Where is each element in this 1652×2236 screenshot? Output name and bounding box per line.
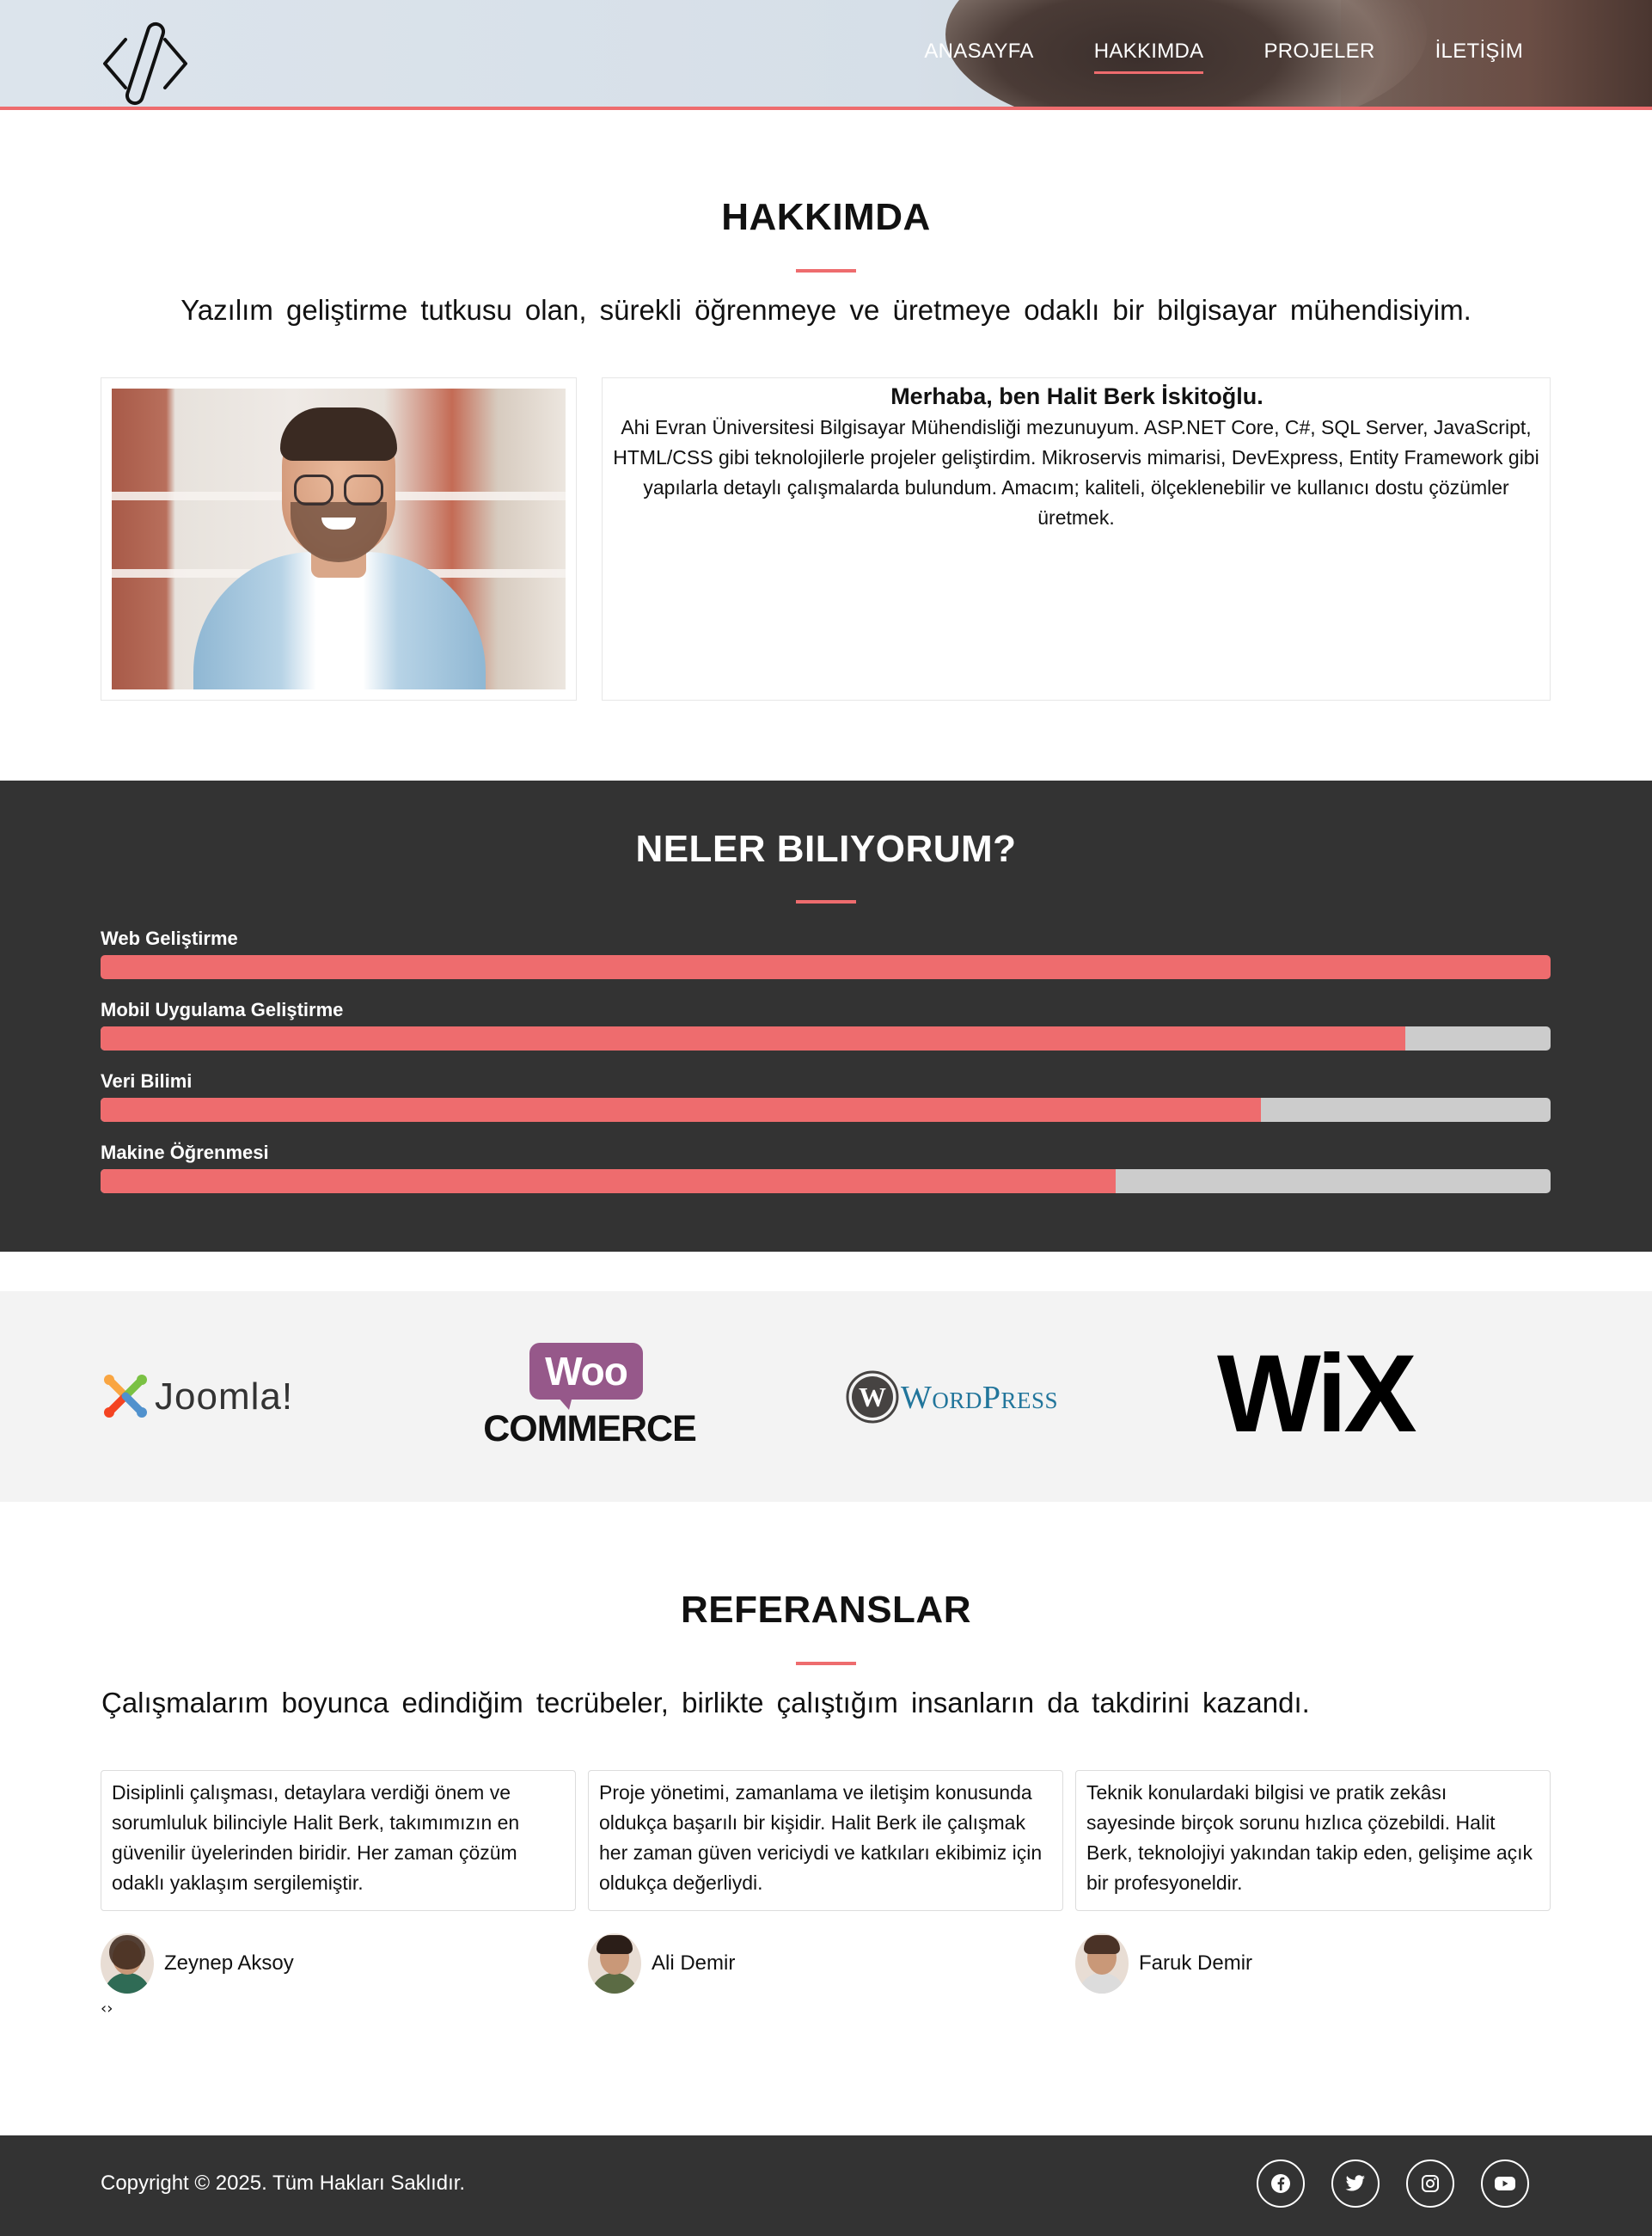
- code-icon[interactable]: [100, 21, 191, 107]
- joomla-icon: [104, 1375, 147, 1418]
- avatar: [101, 1933, 154, 1994]
- skill-bar: [101, 1169, 1551, 1193]
- skill-label: Web Geliştirme: [101, 928, 238, 949]
- about-title: HAKKIMDA: [721, 196, 931, 238]
- youtube-icon[interactable]: [1481, 2159, 1529, 2208]
- reference-person: Ali Demir: [588, 1933, 735, 1994]
- references-lead: Çalışmalarım boyunca edindiğim tecrübele…: [101, 1687, 1310, 1718]
- reference-card: Teknik konulardaki bilgisi ve pratik zek…: [1075, 1770, 1551, 1911]
- instagram-icon[interactable]: [1406, 2159, 1454, 2208]
- woo-text: Woo: [545, 1349, 628, 1394]
- nav-item-projeler[interactable]: PROJELER: [1263, 40, 1374, 74]
- profile-photo-card: [101, 377, 577, 701]
- skill-bar-fill: [101, 1026, 1406, 1051]
- copyright-text: Copyright © 2025. Tüm Hakları Saklıdır.: [101, 2172, 466, 2195]
- page: { "nav": { "items": [ {"label": "ANASAYF…: [0, 0, 1652, 2236]
- joomla-wordmark: Joomla!: [155, 1375, 294, 1418]
- skill-label: Veri Bilimi: [101, 1070, 193, 1092]
- skills-title: NELER BILIYORUM?: [635, 828, 1017, 870]
- bio-text: Ahi Evran Üniversitesi Bilgisayar Mühend…: [613, 416, 1539, 529]
- carousel-nav-icon[interactable]: ‹›: [101, 2000, 113, 2018]
- skill-bar: [101, 955, 1551, 979]
- site-header: ANASAYFA HAKKIMDA PROJELER İLETİŞİM: [0, 0, 1652, 110]
- twitter-icon[interactable]: [1331, 2159, 1380, 2208]
- wix-wordmark: WiX: [1217, 1332, 1417, 1455]
- skill-bar-fill: [101, 955, 1551, 979]
- skill-label: Mobil Uygulama Geliştirme: [101, 999, 344, 1020]
- references-divider: [796, 1662, 856, 1665]
- skills-section: NELER BILIYORUM? Web Geliştirme Mobil Uy…: [0, 781, 1652, 1252]
- commerce-text: COMMERCE: [483, 1408, 697, 1449]
- joomla-logo: Joomla!: [101, 1370, 335, 1422]
- wix-logo: WiX: [1217, 1339, 1451, 1451]
- bio-name: Merhaba, ben Halit Berk İskitoğlu.: [890, 383, 1263, 409]
- skills-divider: [796, 900, 856, 904]
- skill-bar-fill: [101, 1169, 1116, 1193]
- facebook-icon[interactable]: [1257, 2159, 1305, 2208]
- reference-person: Zeynep Aksoy: [101, 1933, 294, 1994]
- bio-card: Merhaba, ben Halit Berk İskitoğlu. Ahi E…: [602, 377, 1551, 701]
- reference-name: Faruk Demir: [1139, 1951, 1253, 1975]
- skill-bar: [101, 1098, 1551, 1122]
- main-nav: ANASAYFA HAKKIMDA PROJELER İLETİŞİM: [924, 40, 1523, 74]
- nav-item-anasayfa[interactable]: ANASAYFA: [924, 40, 1033, 74]
- reference-card: Proje yönetimi, zamanlama ve iletişim ko…: [588, 1770, 1063, 1911]
- wordpress-icon: W: [846, 1370, 899, 1424]
- avatar: [1075, 1933, 1129, 1994]
- skill-bar: [101, 1026, 1551, 1051]
- skill-bar-fill: [101, 1098, 1261, 1122]
- nav-item-iletisim[interactable]: İLETİŞİM: [1435, 40, 1523, 74]
- wordpress-wordmark: WordPress: [901, 1380, 1059, 1416]
- reference-card: Disiplinli çalışması, detaylara verdiği …: [101, 1770, 576, 1911]
- about-divider: [796, 269, 856, 273]
- profile-photo: [112, 389, 566, 689]
- brands-section: Joomla! Woo COMMERCE W WordPress WiX: [0, 1291, 1652, 1502]
- skill-label: Makine Öğrenmesi: [101, 1142, 269, 1163]
- about-lead: Yazılım geliştirme tutkusu olan, sürekli…: [180, 294, 1472, 326]
- reference-name: Ali Demir: [652, 1951, 736, 1975]
- wordpress-logo: W WordPress: [846, 1370, 1086, 1425]
- site-footer: Copyright © 2025. Tüm Hakları Saklıdır.: [0, 2135, 1652, 2236]
- woocommerce-logo: Woo COMMERCE: [481, 1343, 698, 1453]
- nav-item-hakkimda[interactable]: HAKKIMDA: [1093, 40, 1204, 74]
- avatar: [588, 1933, 641, 1994]
- reference-person: Faruk Demir: [1075, 1933, 1252, 1994]
- references-title: REFERANSLAR: [681, 1589, 971, 1631]
- reference-name: Zeynep Aksoy: [164, 1951, 294, 1975]
- svg-text:W: W: [859, 1381, 886, 1412]
